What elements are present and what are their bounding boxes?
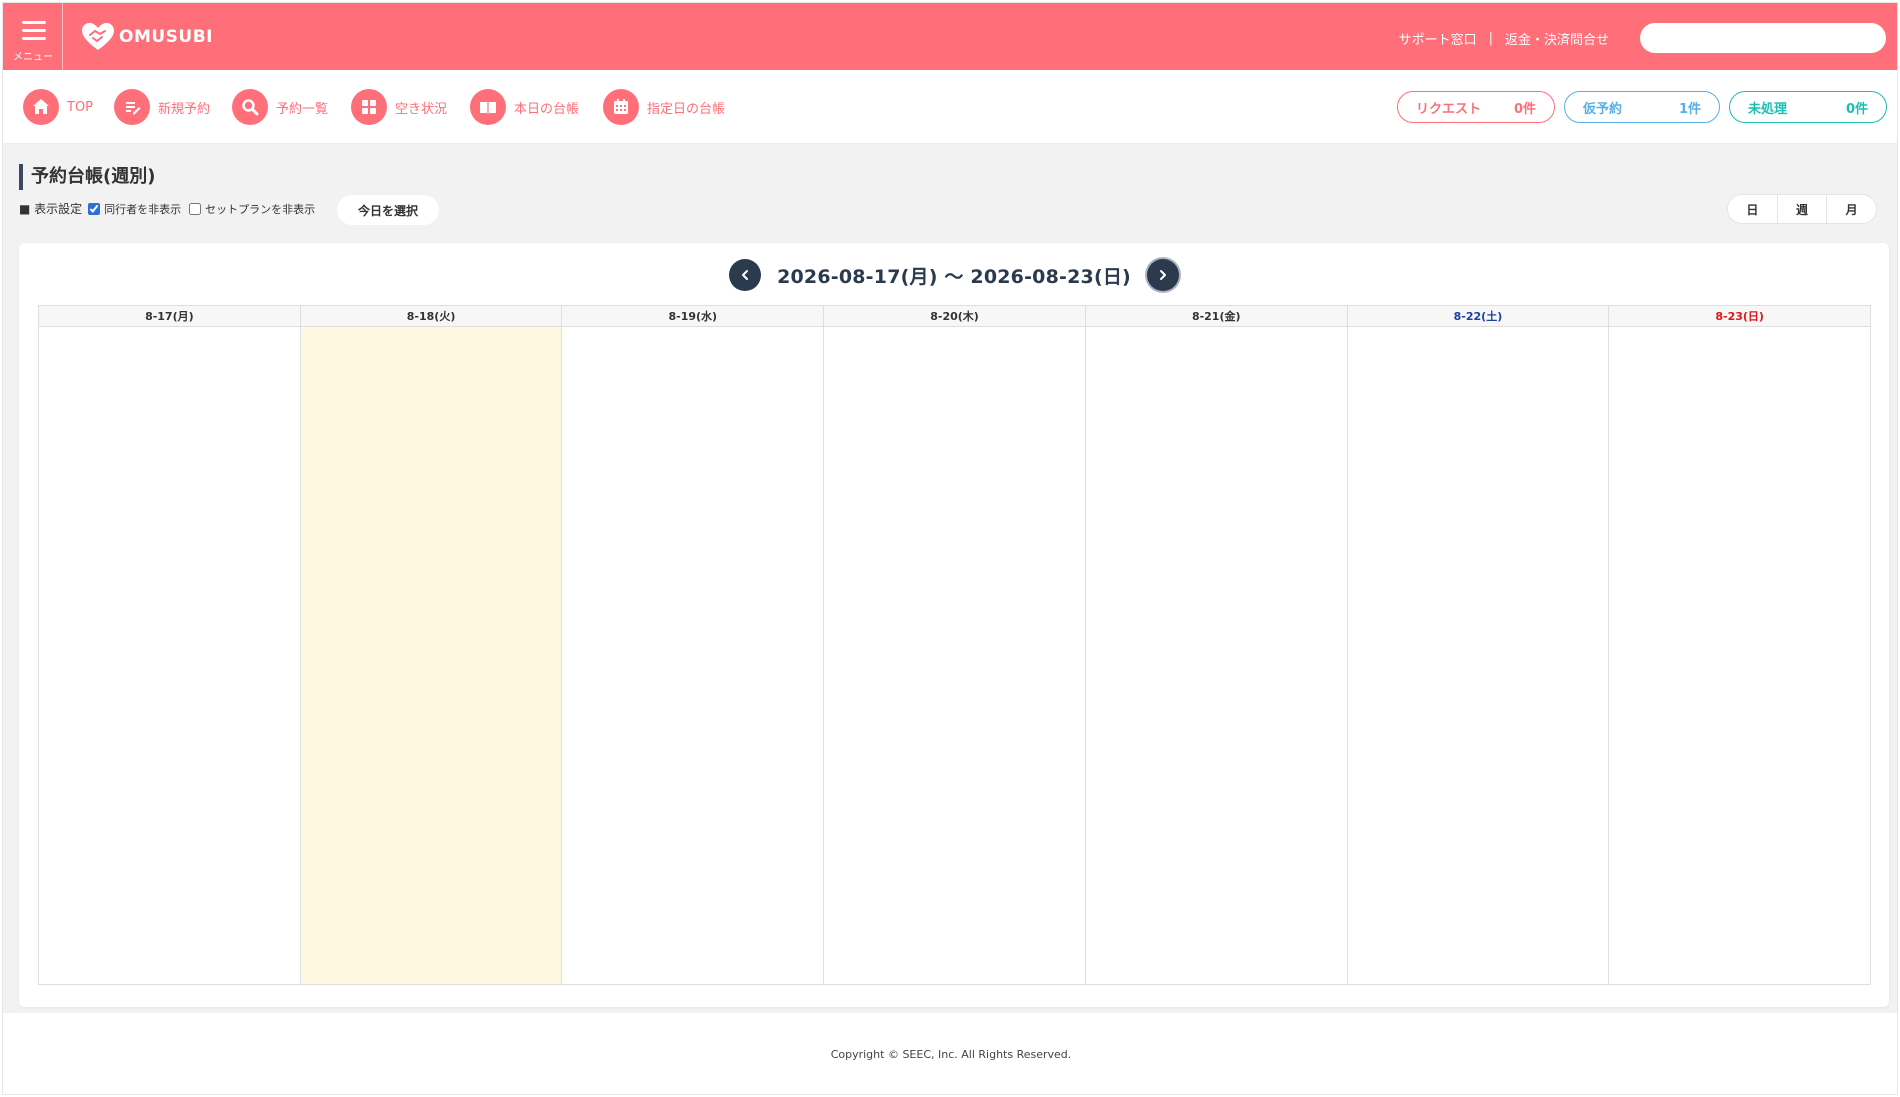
- temp-reservation-status-button[interactable]: 仮予約 1件: [1564, 91, 1720, 123]
- nav-item-top[interactable]: TOP: [23, 88, 93, 126]
- next-week-button[interactable]: [1146, 259, 1179, 291]
- nav-item-todays-ledger[interactable]: 本日の台帳: [470, 88, 579, 126]
- nav-label: 新規予約: [158, 101, 211, 117]
- day-header[interactable]: 8-19(水): [562, 306, 824, 327]
- day-header[interactable]: 8-17(月): [39, 306, 300, 327]
- nav-item-date-ledger[interactable]: 指定日の台帳: [603, 88, 725, 126]
- display-settings: ■ 表示設定 同行者を非表示 セットプランを非表示: [19, 200, 321, 217]
- hide-setplan-checkbox[interactable]: [189, 202, 202, 215]
- day-header[interactable]: 8-18(火): [300, 306, 562, 327]
- day-column-thu: 8-20(木): [824, 306, 1086, 984]
- app-frame: メニュー OMUSUBI サポート窓口 | 返金・決済問合せ TOP 新規予約 …: [2, 2, 1898, 1095]
- day-column-sat: 8-22(土): [1347, 306, 1610, 984]
- unprocessed-status-button[interactable]: 未処理 0件: [1729, 91, 1887, 123]
- view-day-button[interactable]: 日: [1728, 195, 1778, 223]
- unprocessed-label: 未処理: [1748, 101, 1788, 117]
- calendar-card: 2026-08-17(月) 〜 2026-08-23(日) 8-17(月) 8-…: [19, 243, 1889, 1007]
- view-month-button[interactable]: 月: [1827, 195, 1876, 223]
- day-header[interactable]: 8-22(土): [1347, 306, 1609, 327]
- unprocessed-count: 0件: [1845, 101, 1868, 117]
- book-icon: [470, 89, 506, 125]
- copyright-text: Copyright © SEEC, Inc. All Rights Reserv…: [830, 1048, 1072, 1061]
- day-cell[interactable]: [39, 327, 300, 984]
- select-today-button[interactable]: 今日を選択: [337, 195, 439, 225]
- request-label: リクエスト: [1416, 101, 1482, 117]
- day-header[interactable]: 8-20(木): [824, 306, 1085, 327]
- day-column-fri: 8-21(金): [1085, 306, 1348, 984]
- home-icon: [23, 89, 59, 125]
- nav-item-availability[interactable]: 空き状況: [351, 88, 447, 126]
- day-header[interactable]: 8-23(日): [1609, 306, 1871, 327]
- day-cell[interactable]: [824, 327, 1085, 984]
- header-search-input[interactable]: [1640, 23, 1886, 53]
- temp-reservation-label: 仮予約: [1583, 101, 1623, 117]
- request-count: 0件: [1513, 101, 1536, 117]
- footer: Copyright © SEEC, Inc. All Rights Reserv…: [3, 1013, 1897, 1094]
- chevron-right-icon: [1159, 270, 1166, 280]
- main-content: 予約台帳(週別) ■ 表示設定 同行者を非表示 セットプランを非表示 今日を選択…: [3, 144, 1897, 1013]
- hamburger-icon: [22, 21, 46, 40]
- edit-icon: [114, 89, 150, 125]
- day-header[interactable]: 8-21(金): [1085, 306, 1347, 327]
- day-cell-today[interactable]: [300, 327, 562, 984]
- nav-label: 指定日の台帳: [647, 101, 726, 117]
- display-settings-label: ■ 表示設定: [19, 202, 83, 216]
- refund-inquiry-link[interactable]: 返金・決済問合せ: [1505, 29, 1609, 48]
- grid-icon: [351, 89, 387, 125]
- nav-label: 本日の台帳: [514, 101, 580, 117]
- main-nav: TOP 新規予約 予約一覧 空き状況 本日の台帳 指定日の台帳 リクエスト 0件…: [3, 70, 1897, 144]
- calendar-icon: [603, 89, 639, 125]
- header-link-separator: |: [1488, 31, 1493, 46]
- header-links: サポート窓口 | 返金・決済問合せ: [1399, 29, 1609, 48]
- view-toggle: 日 週 月: [1727, 194, 1877, 224]
- day-column-mon: 8-17(月): [39, 306, 301, 984]
- day-cell[interactable]: [1348, 327, 1609, 984]
- day-cell[interactable]: [562, 327, 823, 984]
- heart-handshake-icon: [82, 23, 114, 50]
- nav-item-reservation-list[interactable]: 予約一覧: [232, 88, 328, 126]
- temp-reservation-count: 1件: [1678, 101, 1701, 117]
- top-header: メニュー OMUSUBI サポート窓口 | 返金・決済問合せ: [3, 3, 1897, 70]
- view-week-button[interactable]: 週: [1777, 195, 1828, 223]
- search-icon: [232, 89, 268, 125]
- hide-setplan-label[interactable]: セットプランを非表示: [205, 201, 315, 217]
- nav-label: 予約一覧: [276, 101, 329, 117]
- hide-companions-checkbox[interactable]: [88, 202, 101, 215]
- chevron-left-icon: [742, 270, 749, 280]
- support-link[interactable]: サポート窓口: [1399, 29, 1477, 48]
- day-column-tue: 8-18(火): [300, 306, 563, 984]
- day-cell[interactable]: [1609, 327, 1870, 984]
- logo-text: OMUSUBI: [119, 27, 214, 47]
- nav-item-new-reservation[interactable]: 新規予約: [114, 88, 210, 126]
- nav-label: 空き状況: [395, 101, 448, 117]
- week-grid: 8-17(月) 8-18(火) 8-19(水) 8-20(木) 8-21(金): [38, 305, 1871, 985]
- nav-label: TOP: [67, 99, 94, 115]
- hide-companions-label[interactable]: 同行者を非表示: [104, 201, 181, 217]
- day-cell[interactable]: [1086, 327, 1347, 984]
- menu-label: メニュー: [13, 52, 53, 63]
- prev-week-button[interactable]: [729, 259, 762, 291]
- menu-button[interactable]: メニュー: [3, 3, 63, 70]
- logo[interactable]: OMUSUBI: [81, 21, 213, 53]
- date-range-text: 2026-08-17(月) 〜 2026-08-23(日): [777, 265, 1131, 288]
- request-status-button[interactable]: リクエスト 0件: [1397, 91, 1555, 123]
- day-column-wed: 8-19(水): [562, 306, 825, 984]
- date-range-nav: 2026-08-17(月) 〜 2026-08-23(日): [19, 257, 1889, 293]
- day-column-sun: 8-23(日): [1609, 306, 1871, 984]
- page-title: 予約台帳(週別): [19, 164, 155, 190]
